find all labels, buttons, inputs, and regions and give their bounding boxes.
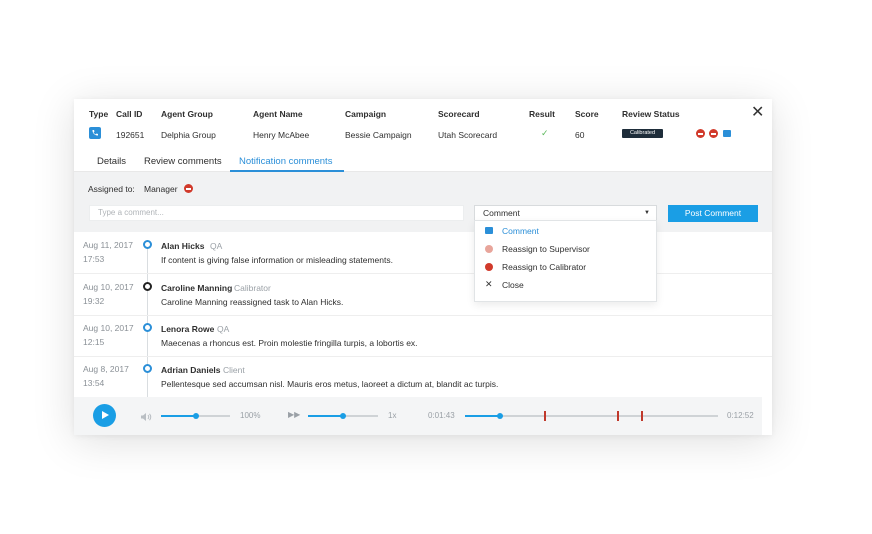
comment-role: QA [210, 241, 223, 251]
comment-date: Aug 10, 2017 [83, 323, 134, 333]
comment-row: Aug 8, 2017 13:54 Adrian Daniels Client … [74, 356, 772, 398]
comment-row: Aug 10, 2017 19:32 Caroline Manning Cali… [74, 274, 772, 316]
close-icon: ✕ [485, 279, 493, 289]
header-call-id: Call ID [116, 109, 143, 119]
comment-time: 13:54 [83, 378, 105, 388]
supervisor-badge-icon [696, 129, 705, 138]
dropdown-option-label: Reassign to Supervisor [502, 244, 590, 254]
phone-icon [89, 127, 101, 139]
comment-badge-icon [723, 130, 731, 137]
comment-author: Caroline Manning [161, 283, 233, 293]
call-review-panel: Type Call ID Agent Group Agent Name Camp… [74, 99, 772, 435]
agent-group: Delphia Group [161, 130, 216, 140]
timeline-dot [143, 240, 152, 249]
comment-type-dropdown: Comment Reassign to Supervisor Reassign … [474, 220, 657, 302]
comment-marker[interactable] [617, 411, 619, 421]
speed-fill [308, 415, 343, 417]
comment-role: Client [223, 365, 245, 375]
speed-knob[interactable] [340, 413, 346, 419]
header-campaign: Campaign [345, 109, 387, 119]
play-button[interactable] [93, 404, 116, 427]
dropdown-option-label: Comment [502, 226, 539, 236]
comment-row: Aug 11, 2017 17:53 Alan Hicks QA If cont… [74, 232, 772, 274]
comment-author: Adrian Daniels [161, 365, 221, 375]
comment-text: Caroline Manning reassigned task to Alan… [161, 297, 344, 307]
current-time: 0:01:43 [428, 411, 455, 420]
comment-text: If content is giving false information o… [161, 255, 393, 265]
tab-notification-comments[interactable]: Notification comments [239, 156, 332, 167]
volume-knob[interactable] [193, 413, 199, 419]
progress-fill [465, 415, 500, 417]
comment-marker[interactable] [544, 411, 546, 421]
comment-author: Alan Hicks [161, 241, 205, 251]
header-review-status: Review Status [622, 109, 680, 119]
header-agent-group: Agent Group [161, 109, 213, 119]
comment-date: Aug 8, 2017 [83, 364, 129, 374]
dropdown-option-label: Close [502, 280, 524, 290]
calibrator-icon [485, 263, 493, 271]
header-agent-name: Agent Name [253, 109, 303, 119]
timeline-dot [143, 364, 152, 373]
timeline-dot [143, 323, 152, 332]
tab-bar: Details Review comments Notification com… [74, 144, 772, 172]
comment-author: Lenora Rowe [161, 324, 215, 334]
comment-time: 12:15 [83, 337, 105, 347]
comment-date: Aug 10, 2017 [83, 282, 134, 292]
tab-details[interactable]: Details [97, 156, 126, 167]
dropdown-option-reassign-supervisor[interactable]: Reassign to Supervisor [475, 240, 658, 258]
speed-label: 1x [388, 411, 397, 420]
dropdown-option-label: Reassign to Calibrator [502, 262, 587, 272]
call-id: 192651 [116, 130, 145, 140]
tab-review-comments[interactable]: Review comments [144, 156, 222, 167]
fast-forward-icon[interactable]: ▶▶ [288, 410, 300, 419]
post-comment-button[interactable]: Post Comment [668, 205, 758, 222]
scorecard: Utah Scorecard [438, 130, 498, 140]
timeline-dot [143, 282, 152, 291]
comment-time: 19:32 [83, 296, 105, 306]
comment-row: Aug 10, 2017 12:15 Lenora Rowe QA Maecen… [74, 315, 772, 357]
campaign: Bessie Campaign [345, 130, 412, 140]
header-result: Result [529, 109, 555, 119]
audio-player: 100% ▶▶ 1x 0:01:43 0:12:52 [74, 397, 762, 435]
progress-knob[interactable] [497, 413, 503, 419]
assigned-value: Manager [144, 184, 178, 194]
review-status-badge: Calibrated [622, 129, 663, 138]
total-time: 0:12:52 [727, 411, 754, 420]
comment-text: Pellentesque sed accumsan nisl. Mauris e… [161, 379, 499, 389]
supervisor-icon [485, 245, 493, 253]
agent-name: Henry McAbee [253, 130, 310, 140]
header-scorecard: Scorecard [438, 109, 480, 119]
comment-text: Maecenas a rhoncus est. Proin molestie f… [161, 338, 418, 348]
volume-label: 100% [240, 411, 261, 420]
dropdown-option-comment[interactable]: Comment [475, 222, 658, 240]
chevron-down-icon: ▼ [644, 210, 650, 216]
comment-role: QA [217, 324, 230, 334]
comment-input[interactable]: Type a comment... [89, 205, 464, 221]
header-type: Type [89, 109, 109, 119]
qa-badge-icon [709, 129, 718, 138]
check-icon: ✓ [541, 128, 549, 138]
manager-badge-icon [184, 184, 193, 193]
comment-composer: Assigned to: Manager Type a comment... C… [74, 172, 772, 232]
header-score: Score [575, 109, 599, 119]
comment-type-select[interactable]: Comment ▼ [474, 205, 657, 221]
volume-fill [161, 415, 196, 417]
dropdown-option-reassign-calibrator[interactable]: Reassign to Calibrator [475, 258, 658, 276]
comment-date: Aug 11, 2017 [83, 240, 133, 250]
assigned-label: Assigned to: [88, 184, 135, 194]
comment-role: Calibrator [234, 283, 271, 293]
comment-marker[interactable] [641, 411, 643, 421]
comment-time: 17:53 [83, 254, 105, 264]
comment-type-value: Comment [483, 208, 520, 218]
comment-icon [485, 227, 493, 234]
score: 60 [575, 130, 585, 140]
dropdown-option-close[interactable]: ✕ Close [475, 276, 658, 294]
close-icon[interactable]: ✕ [751, 105, 764, 121]
volume-icon[interactable] [140, 409, 152, 427]
